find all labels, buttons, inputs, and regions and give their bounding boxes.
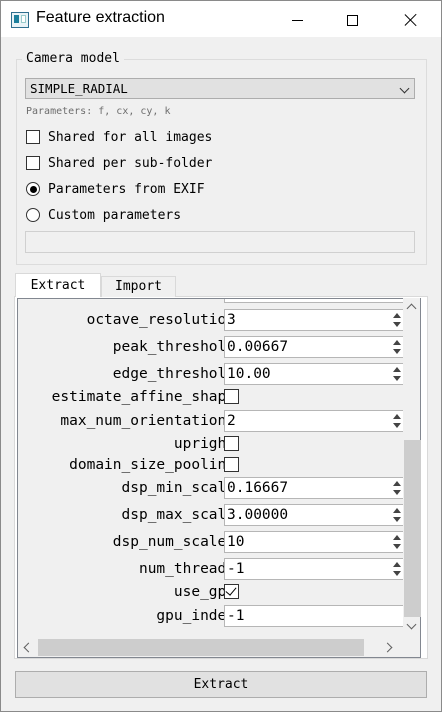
option-row-gpu-index: gpu_index -1 [18,604,420,628]
option-row-dsp-min-scale: dsp_min_scale 0.16667 [18,476,420,500]
window-title: Feature extraction [36,9,165,26]
close-button[interactable] [388,2,434,38]
spin-arrows-icon[interactable] [392,559,402,579]
shared-per-subfolder-label: Shared per sub-folder [48,155,213,171]
dsp-min-scale-spinbox[interactable]: 0.16667 [224,477,414,499]
option-row-octave-resolution: octave_resolution 3 [18,308,420,332]
maximize-icon [346,14,358,26]
radio-unselected[interactable] [26,208,40,222]
checkmark-icon [225,584,237,596]
checkbox-box[interactable] [26,156,40,170]
spin-arrows-icon[interactable] [392,310,402,330]
option-row-dsp-num-scales: dsp_num_scales 10 [18,530,420,554]
max-num-orientations-label: max_num_orientations [60,413,235,429]
camera-model-group-title: Camera model [22,51,124,66]
spin-arrows-icon[interactable] [392,505,402,525]
partially-hidden-field [224,299,414,303]
option-row-domain-size-pooling: domain_size_pooling [18,453,420,477]
edge-threshold-label: edge_threshold [112,366,235,382]
dsp-max-scale-label: dsp_max_scale [121,507,236,523]
parameters-from-exif-radio[interactable]: Parameters from EXIF [26,181,205,197]
num-threads-label: num_threads [138,561,235,577]
dsp-min-scale-label: dsp_min_scale [121,480,236,496]
dsp-num-scales-label: dsp_num_scales [112,534,235,550]
gpu-index-input[interactable]: -1 [224,605,414,627]
camera-model-select[interactable]: SIMPLE_RADIAL [25,78,415,99]
edge-threshold-spinbox[interactable]: 10.00 [224,363,414,385]
parameters-from-exif-label: Parameters from EXIF [48,181,205,197]
spin-arrows-icon[interactable] [392,337,402,357]
extract-button[interactable]: Extract [15,671,427,698]
domain-size-pooling-checkbox[interactable] [224,457,239,472]
option-row-estimate-affine-shape: estimate_affine_shape [18,385,420,409]
spin-arrows-icon[interactable] [392,478,402,498]
custom-parameters-radio[interactable]: Custom parameters [26,207,181,223]
app-icon [11,12,29,28]
peak-threshold-label: peak_threshold [112,339,235,355]
estimate-affine-shape-label: estimate_affine_shape [51,389,235,405]
shared-per-subfolder-checkbox[interactable]: Shared per sub-folder [26,155,212,171]
minimize-icon [291,19,303,21]
camera-parameters-label: Parameters: f, cx, cy, k [26,106,171,117]
upright-checkbox[interactable] [224,436,239,451]
option-row-peak-threshold: peak_threshold 0.00667 [18,335,420,359]
tab-import[interactable]: Import [101,276,176,297]
option-row-use-gpu: use_gpu [18,580,420,604]
extract-options-scroll-area[interactable]: octave_resolution 3 peak_threshold 0.006… [17,298,421,658]
shared-all-images-label: Shared for all images [48,129,213,145]
num-threads-spinbox[interactable]: -1 [224,558,414,580]
horizontal-scrollbar-thumb[interactable] [38,639,364,656]
peak-threshold-spinbox[interactable]: 0.00667 [224,336,414,358]
custom-parameters-input[interactable] [25,231,415,253]
use-gpu-checkbox[interactable] [224,584,239,599]
spin-arrows-icon[interactable] [392,364,402,384]
octave-resolution-spinbox[interactable]: 3 [224,309,414,331]
estimate-affine-shape-checkbox[interactable] [224,389,239,404]
shared-all-images-checkbox[interactable]: Shared for all images [26,129,212,145]
option-row-num-threads: num_threads -1 [18,557,420,581]
octave-resolution-label: octave_resolution [86,312,235,328]
max-num-orientations-spinbox[interactable]: 2 [224,410,414,432]
chevron-down-icon [399,83,410,94]
minimize-button[interactable] [274,2,320,38]
spin-arrows-icon[interactable] [392,532,402,552]
dsp-num-scales-spinbox[interactable]: 10 [224,531,414,553]
tab-extract[interactable]: Extract [15,273,101,297]
option-row-edge-threshold: edge_threshold 10.00 [18,362,420,386]
dsp-max-scale-spinbox[interactable]: 3.00000 [224,504,414,526]
custom-parameters-label: Custom parameters [48,207,182,223]
close-icon [404,13,418,27]
option-row-dsp-max-scale: dsp_max_scale 3.00000 [18,503,420,527]
title-bar[interactable]: Feature extraction [1,1,441,37]
domain-size-pooling-label: domain_size_pooling [69,457,235,473]
radio-selected[interactable] [26,182,40,196]
maximize-button[interactable] [329,2,375,38]
camera-model-selected-value: SIMPLE_RADIAL [30,81,128,96]
vertical-scrollbar-thumb[interactable] [404,440,421,617]
checkbox-box[interactable] [26,130,40,144]
spin-arrows-icon[interactable] [392,411,402,431]
option-row-max-num-orientations: max_num_orientations 2 [18,409,420,433]
